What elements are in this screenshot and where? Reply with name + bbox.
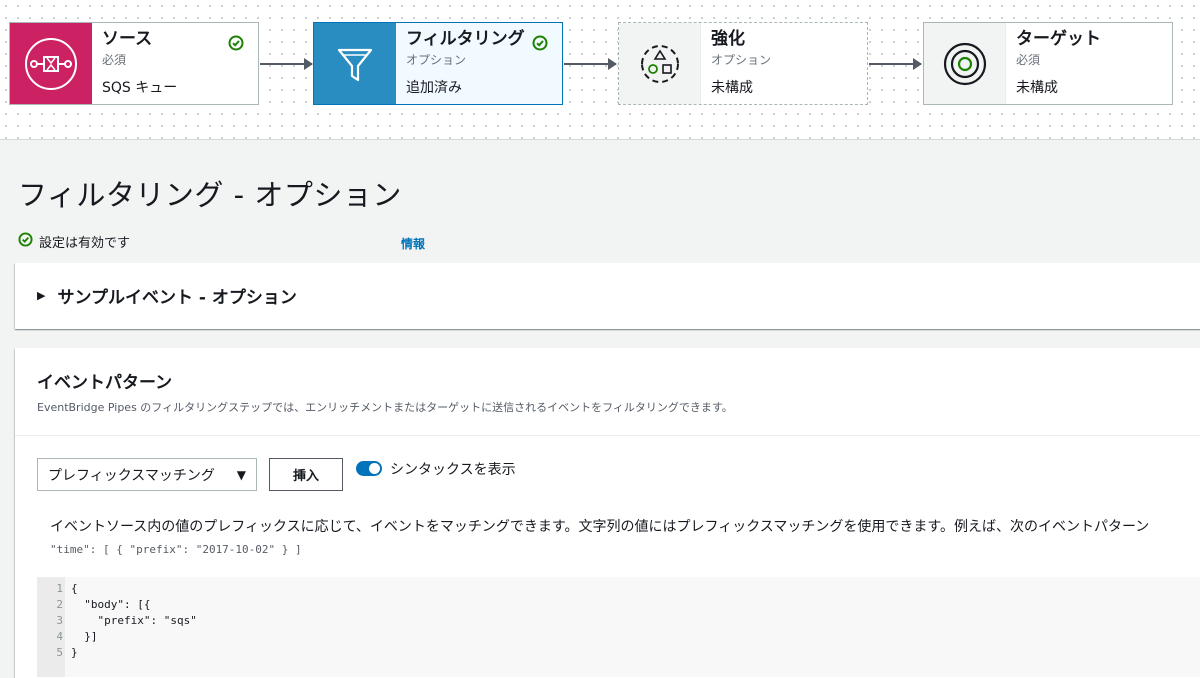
stage-enrichment[interactable]: 強化 オプション 未構成 <box>618 22 868 105</box>
line-code: } <box>71 646 78 659</box>
stage-enrichment-status: 未構成 <box>711 80 753 96</box>
arrow-connector <box>869 58 922 70</box>
check-circle-icon <box>18 232 33 251</box>
stage-target[interactable]: ターゲット 必須 未構成 <box>923 22 1173 105</box>
pattern-type-select[interactable]: プレフィックスマッチング ▼ <box>37 458 257 491</box>
stage-filter[interactable]: フィルタリング オプション 追加済み <box>313 22 563 105</box>
line-code: }] <box>71 630 98 643</box>
validation-text: 設定は有効です <box>39 236 131 251</box>
stage-target-sub: 必須 <box>1016 53 1041 67</box>
pattern-help-text: イベントソース内の値のプレフィックスに応じて、イベントをマッチングできます。文字… <box>50 519 1150 535</box>
enrich-shapes-icon <box>619 23 701 104</box>
syntax-toggle[interactable] <box>356 461 382 476</box>
validation-status: 設定は有効です <box>18 232 130 251</box>
line-number: 2 <box>56 598 63 611</box>
line-number: 5 <box>56 646 63 659</box>
check-circle-icon <box>532 35 548 55</box>
syntax-toggle-label: シンタックスを表示 <box>390 461 516 478</box>
pipeline-diagram: ソース 必須 SQS キュー フィルタリング オプション 追加済み 強化 オプシ… <box>0 0 1200 140</box>
target-icon <box>924 23 1006 104</box>
event-pattern-description: EventBridge Pipes のフィルタリングステップでは、エンリッチメン… <box>37 401 733 414</box>
sqs-icon <box>10 23 92 104</box>
insert-button[interactable]: 挿入 <box>269 458 343 491</box>
line-code: { <box>71 582 78 595</box>
code-editor[interactable]: 1 { 2 "body": [{ 3 "prefix": "sqs" 4 }] … <box>37 577 1200 677</box>
arrow-connector <box>564 58 617 70</box>
line-number: 3 <box>56 614 63 627</box>
check-circle-icon <box>228 35 244 55</box>
event-pattern-section: イベントパターン EventBridge Pipes のフィルタリングステップで… <box>15 348 1200 678</box>
line-code: "body": [{ <box>71 598 151 611</box>
stage-source[interactable]: ソース 必須 SQS キュー <box>9 22 259 105</box>
sample-event-section[interactable]: ▶ サンプルイベント - オプション <box>15 263 1200 329</box>
pattern-type-value: プレフィックスマッチング <box>48 467 215 484</box>
stage-target-status: 未構成 <box>1016 80 1058 96</box>
page-title: フィルタリング - オプション <box>18 178 402 212</box>
arrow-connector <box>260 58 313 70</box>
triangle-right-icon: ▶ <box>37 289 46 302</box>
event-pattern-title: イベントパターン <box>37 373 173 393</box>
sample-event-title: サンプルイベント - オプション <box>57 288 297 308</box>
pattern-example: "time": [ { "prefix": "2017-10-02" } ] <box>50 543 302 556</box>
stage-filter-status: 追加済み <box>406 80 462 96</box>
info-link[interactable]: 情報 <box>401 235 425 252</box>
stage-source-status: SQS キュー <box>102 80 178 96</box>
caret-down-icon: ▼ <box>236 467 246 482</box>
stage-enrichment-sub: オプション <box>711 53 772 67</box>
line-number: 1 <box>56 582 63 595</box>
line-number: 4 <box>56 630 63 643</box>
filter-funnel-icon <box>314 23 396 104</box>
stage-enrichment-title: 強化 <box>711 29 745 49</box>
stage-target-title: ターゲット <box>1016 29 1101 49</box>
line-code: "prefix": "sqs" <box>71 614 197 627</box>
